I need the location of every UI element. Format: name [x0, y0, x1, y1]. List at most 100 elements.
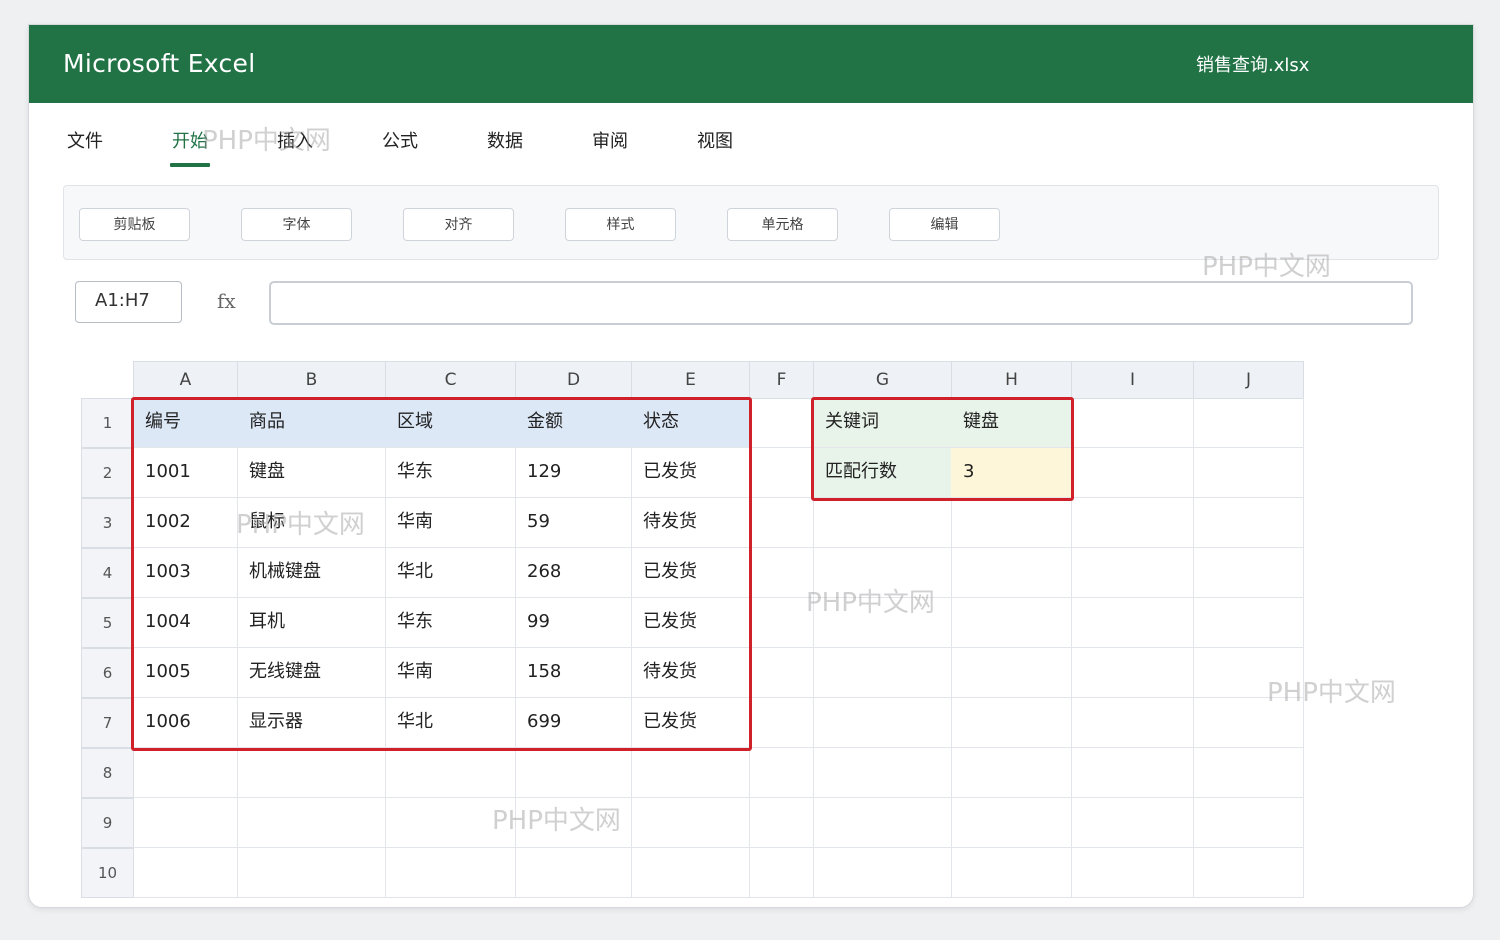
cell-e6[interactable]: 待发货: [631, 648, 750, 698]
cell-d9[interactable]: [515, 798, 632, 848]
cell-c7[interactable]: 华北: [385, 698, 516, 748]
cell-e9[interactable]: [631, 798, 750, 848]
cell-c5[interactable]: 华东: [385, 598, 516, 648]
cell-j10[interactable]: [1193, 848, 1304, 898]
cell-i10[interactable]: [1071, 848, 1194, 898]
cell-f4[interactable]: [749, 548, 814, 598]
cell-f10[interactable]: [749, 848, 814, 898]
column-header-b[interactable]: B: [237, 361, 386, 399]
cell-a5[interactable]: 1004: [133, 598, 238, 648]
cell-b2[interactable]: 键盘: [237, 448, 386, 498]
cell-j3[interactable]: [1193, 498, 1304, 548]
tab-review[interactable]: 审阅: [592, 127, 628, 167]
cell-i2[interactable]: [1071, 448, 1194, 498]
cell-c6[interactable]: 华南: [385, 648, 516, 698]
cell-g2[interactable]: 匹配行数: [813, 448, 952, 498]
tab-data[interactable]: 数据: [487, 127, 523, 167]
tab-view[interactable]: 视图: [697, 127, 733, 167]
cell-e1[interactable]: 状态: [631, 398, 750, 448]
cell-e2[interactable]: 已发货: [631, 448, 750, 498]
cell-h4[interactable]: [951, 548, 1072, 598]
cell-b7[interactable]: 显示器: [237, 698, 386, 748]
editing-button[interactable]: 编辑: [889, 208, 1000, 241]
cell-c8[interactable]: [385, 748, 516, 798]
cell-b9[interactable]: [237, 798, 386, 848]
column-header-h[interactable]: H: [951, 361, 1072, 399]
cell-e7[interactable]: 已发货: [631, 698, 750, 748]
cell-c9[interactable]: [385, 798, 516, 848]
cell-j9[interactable]: [1193, 798, 1304, 848]
tab-insert[interactable]: 插入: [277, 127, 313, 167]
row-header-10[interactable]: 10: [81, 848, 134, 898]
cell-d4[interactable]: 268: [515, 548, 632, 598]
column-header-i[interactable]: I: [1071, 361, 1194, 399]
align-button[interactable]: 对齐: [403, 208, 514, 241]
cell-j1[interactable]: [1193, 398, 1304, 448]
cell-c1[interactable]: 区域: [385, 398, 516, 448]
column-header-d[interactable]: D: [515, 361, 632, 399]
cell-f9[interactable]: [749, 798, 814, 848]
cell-f5[interactable]: [749, 598, 814, 648]
cell-e4[interactable]: 已发货: [631, 548, 750, 598]
cell-a10[interactable]: [133, 848, 238, 898]
cells-button[interactable]: 单元格: [727, 208, 838, 241]
cell-a9[interactable]: [133, 798, 238, 848]
cell-d2[interactable]: 129: [515, 448, 632, 498]
cell-e8[interactable]: [631, 748, 750, 798]
column-header-e[interactable]: E: [631, 361, 750, 399]
cell-j4[interactable]: [1193, 548, 1304, 598]
cell-h2[interactable]: 3: [951, 448, 1072, 498]
cell-c3[interactable]: 华南: [385, 498, 516, 548]
cell-g6[interactable]: [813, 648, 952, 698]
cell-h6[interactable]: [951, 648, 1072, 698]
cell-b3[interactable]: 鼠标: [237, 498, 386, 548]
cell-e5[interactable]: 已发货: [631, 598, 750, 648]
cell-d10[interactable]: [515, 848, 632, 898]
clipboard-button[interactable]: 剪贴板: [79, 208, 190, 241]
column-header-a[interactable]: A: [133, 361, 238, 399]
cell-j7[interactable]: [1193, 698, 1304, 748]
cell-i6[interactable]: [1071, 648, 1194, 698]
cell-a8[interactable]: [133, 748, 238, 798]
cell-d8[interactable]: [515, 748, 632, 798]
cell-c10[interactable]: [385, 848, 516, 898]
cell-a6[interactable]: 1005: [133, 648, 238, 698]
cell-g5[interactable]: [813, 598, 952, 648]
cell-d1[interactable]: 金额: [515, 398, 632, 448]
cell-c2[interactable]: 华东: [385, 448, 516, 498]
cell-g1[interactable]: 关键词: [813, 398, 952, 448]
cell-a2[interactable]: 1001: [133, 448, 238, 498]
row-header-6[interactable]: 6: [81, 648, 134, 698]
cell-a3[interactable]: 1002: [133, 498, 238, 548]
cell-h10[interactable]: [951, 848, 1072, 898]
cell-c4[interactable]: 华北: [385, 548, 516, 598]
cell-d7[interactable]: 699: [515, 698, 632, 748]
row-header-8[interactable]: 8: [81, 748, 134, 798]
tab-file[interactable]: 文件: [67, 127, 103, 167]
cell-b8[interactable]: [237, 748, 386, 798]
column-header-c[interactable]: C: [385, 361, 516, 399]
cell-e10[interactable]: [631, 848, 750, 898]
cell-f3[interactable]: [749, 498, 814, 548]
styles-button[interactable]: 样式: [565, 208, 676, 241]
cell-g8[interactable]: [813, 748, 952, 798]
cell-d3[interactable]: 59: [515, 498, 632, 548]
cell-b5[interactable]: 耳机: [237, 598, 386, 648]
cell-a4[interactable]: 1003: [133, 548, 238, 598]
cell-j2[interactable]: [1193, 448, 1304, 498]
cell-i1[interactable]: [1071, 398, 1194, 448]
row-header-9[interactable]: 9: [81, 798, 134, 848]
tab-home[interactable]: 开始: [170, 127, 210, 167]
column-header-f[interactable]: F: [749, 361, 814, 399]
cell-h9[interactable]: [951, 798, 1072, 848]
cell-f2[interactable]: [749, 448, 814, 498]
cell-j6[interactable]: [1193, 648, 1304, 698]
row-header-7[interactable]: 7: [81, 698, 134, 748]
cell-j8[interactable]: [1193, 748, 1304, 798]
cell-g9[interactable]: [813, 798, 952, 848]
cell-i5[interactable]: [1071, 598, 1194, 648]
cell-d6[interactable]: 158: [515, 648, 632, 698]
cell-a1[interactable]: 编号: [133, 398, 238, 448]
tab-formulas[interactable]: 公式: [382, 127, 418, 167]
cell-f7[interactable]: [749, 698, 814, 748]
